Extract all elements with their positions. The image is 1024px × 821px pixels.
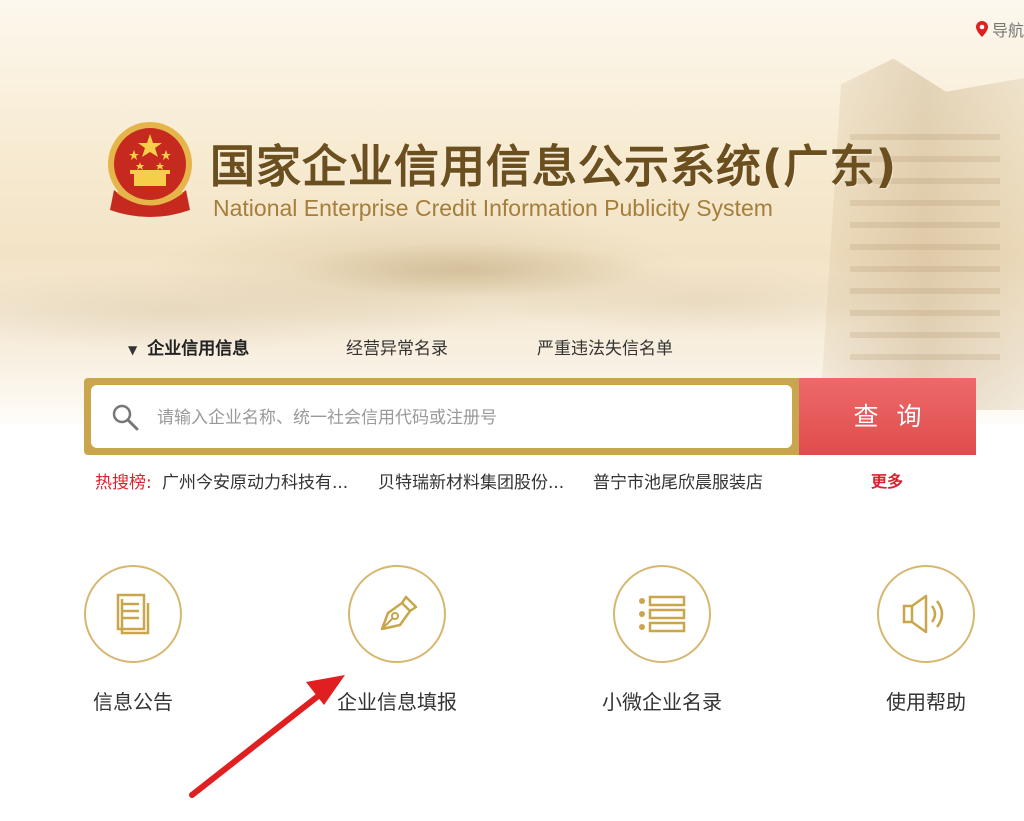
search-input[interactable] (155, 397, 759, 439)
feature-icon-circle (348, 565, 446, 663)
hot-search-item[interactable]: 贝特瑞新材料集团股份... (378, 468, 564, 493)
search-field-container (91, 385, 792, 448)
tab-label: 企业信用信息 (147, 339, 250, 359)
location-pin-icon (975, 21, 988, 37)
site-title-chinese: 国家企业信用信息公示系统(广东) (210, 140, 898, 193)
nav-label: 导航 (991, 21, 1024, 40)
feature-enterprise-info-filing[interactable]: 企业信息填报 (312, 565, 482, 715)
feature-info-announcement[interactable]: 信息公告 (48, 565, 218, 715)
navigation-link[interactable]: 导航 (975, 17, 1024, 41)
feature-label: 企业信息填报 (337, 690, 457, 714)
hot-search-label: 热搜榜: (95, 473, 152, 493)
tab-serious-violations-list[interactable]: 严重违法失信名单 (537, 334, 673, 359)
more-link[interactable]: 更多 (871, 468, 903, 492)
feature-label: 信息公告 (93, 690, 173, 714)
speaker-icon (902, 594, 944, 634)
hot-search-item[interactable]: 普宁市池尾欣晨服装店 (593, 468, 763, 493)
feature-label: 小微企业名录 (602, 690, 722, 714)
tab-label: 严重违法失信名单 (537, 339, 673, 359)
document-icon (116, 593, 150, 635)
pen-icon (380, 595, 418, 631)
feature-icon-circle (84, 565, 182, 663)
feature-icon-circle (613, 565, 711, 663)
tab-enterprise-credit-info[interactable]: ▼ 企业信用信息 (128, 334, 249, 359)
tab-abnormal-operations-list[interactable]: 经营异常名录 (346, 334, 448, 359)
feature-label: 使用帮助 (886, 690, 966, 714)
site-title-english: National Enterprise Credit Information P… (213, 195, 773, 221)
triangle-down-icon: ▼ (128, 343, 138, 357)
feature-usage-help[interactable]: 使用帮助 (841, 565, 1011, 715)
national-emblem-icon (108, 122, 192, 217)
hot-search-item[interactable]: 广州今安原动力科技有... (162, 468, 348, 493)
feature-icon-circle (877, 565, 975, 663)
search-button[interactable]: 查询 (799, 378, 976, 455)
search-icon (112, 404, 139, 431)
search-category-tabs: ▼ 企业信用信息 经营异常名录 严重违法失信名单 (0, 334, 1024, 360)
feature-small-micro-enterprise-list[interactable]: 小微企业名录 (577, 565, 747, 715)
tab-label: 经营异常名录 (346, 339, 448, 359)
search-box (84, 378, 799, 455)
list-icon (639, 595, 686, 633)
